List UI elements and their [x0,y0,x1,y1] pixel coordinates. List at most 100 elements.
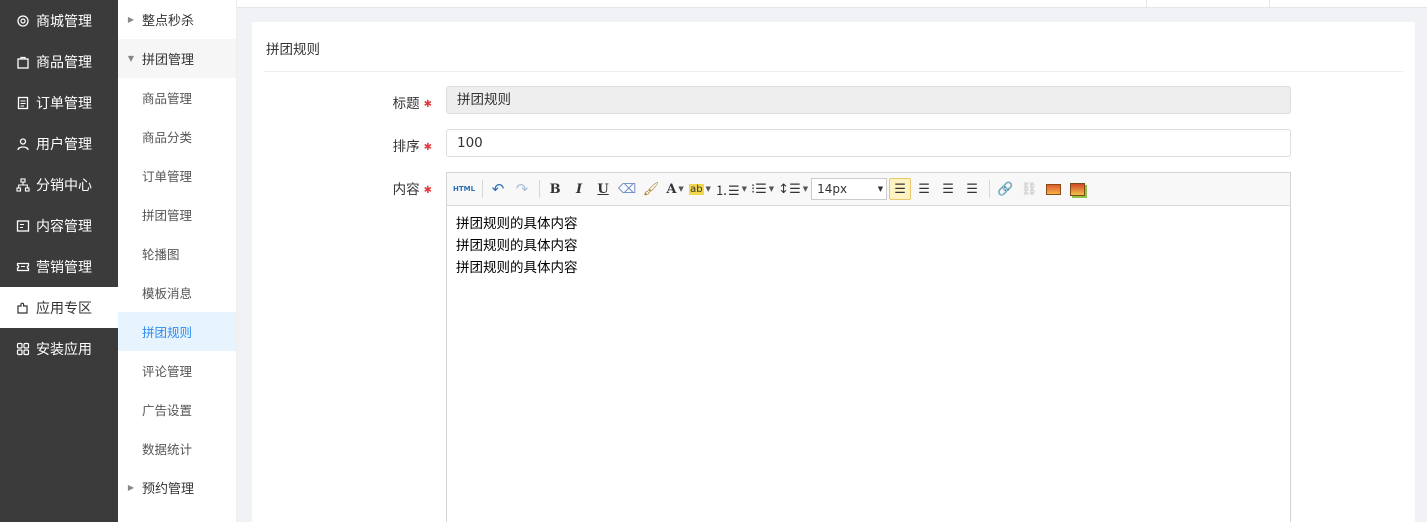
align-right-icon: ☰ [942,181,954,197]
link-icon: 🔗 [997,181,1014,197]
nav-item-marketing[interactable]: 营销管理 [0,246,118,287]
hierarchy-icon [16,177,30,192]
nav2-item-products[interactable]: 商品管理 [118,78,236,117]
content-line: 拼团规则的具体内容 [456,260,578,276]
underline-button[interactable]: U [592,178,614,200]
nav-item-distribution[interactable]: 分销中心 [0,164,118,205]
redo-icon: ↷ [515,180,529,198]
secondary-sidebar: ▶ 整点秒杀 ▼ 拼团管理 商品管理 商品分类 订单管理 拼团管理 轮播图 模板… [118,0,237,522]
nav-item-apps[interactable]: 应用专区 [0,287,118,328]
html-label: HTML [453,185,476,193]
divider [989,180,991,198]
nav2-item-ads[interactable]: 广告设置 [118,390,236,429]
grid-icon [16,342,30,356]
caret-down-icon: ▼ [127,54,135,63]
user-icon [16,137,30,151]
primary-sidebar: 商城管理 商品管理 订单管理 用户管理 分销中心 内容管理 营销管理 应用专区 … [0,0,118,522]
format-painter-button[interactable]: 🖌 [640,178,662,200]
divider [264,71,1403,72]
html-source-button[interactable]: HTML [452,178,476,200]
undo-button[interactable]: ↶ [487,178,509,200]
nav-item-content[interactable]: 内容管理 [0,205,118,246]
font-color-button[interactable]: A ▼ [664,178,686,200]
font-size-value: 14px [817,182,848,196]
undo-icon: ↶ [491,180,505,198]
sort-label-text: 排序 [392,139,420,155]
nav-item-products[interactable]: 商品管理 [0,41,118,82]
align-justify-icon: ☰ [966,181,978,197]
document-icon [16,96,30,110]
eraser-icon: ⌫ [617,181,637,197]
content-line: 拼团规则的具体内容 [456,238,578,254]
required-asterisk-icon: ✱ [423,184,432,196]
align-left-button[interactable]: ☰ [889,178,912,200]
dropdown-arrow-icon: ▼ [705,185,711,193]
nav2-item-template-messages[interactable]: 模板消息 [118,273,236,312]
nav2-item-categories[interactable]: 商品分类 [118,117,236,156]
highlight-button[interactable]: ab ▼ [688,178,712,200]
caret-right-icon: ▶ [127,15,135,24]
required-asterisk-icon: ✱ [423,141,432,153]
image-button[interactable] [1042,178,1064,200]
nav-item-orders[interactable]: 订单管理 [0,82,118,123]
link-button[interactable]: 🔗 [994,178,1016,200]
align-center-icon: ☰ [918,181,930,197]
nav-item-label: 营销管理 [36,259,92,276]
nav2-item-comments[interactable]: 评论管理 [118,351,236,390]
content-label-text: 内容 [392,182,420,198]
font-size-select[interactable]: 14px ▼ [811,178,888,200]
align-right-button[interactable]: ☰ [937,178,959,200]
nav2-item-group-rules[interactable]: 拼团规则 [118,312,236,351]
panel-title: 拼团规则 [266,42,320,58]
insert-image-icon [1069,182,1085,196]
nav2-group-label: 拼团管理 [142,53,195,68]
font-color-icon: A [666,181,677,197]
nav-item-label: 安装应用 [36,341,92,358]
gear-icon [16,14,30,28]
dropdown-arrow-icon: ▼ [802,185,809,193]
nav-item-label: 应用专区 [36,300,92,317]
rich-text-editor: HTML ↶ ↷ B I U ⌫ 🖌 A ▼ ab ▼ ⒈☰ ▼ ⁝☰ ▼ ↕☰ ▼ 14… [446,172,1291,522]
nav2-item-orders[interactable]: 订单管理 [118,156,236,195]
italic-button[interactable]: I [568,178,590,200]
nav-item-install[interactable]: 安装应用 [0,328,118,369]
nav2-item-carousel[interactable]: 轮播图 [118,234,236,273]
nav2-group-label: 整点秒杀 [142,14,195,29]
content-label: 内容 ✱ [362,178,432,198]
unordered-list-button[interactable]: ⁝☰ ▼ [750,178,775,200]
unlink-button[interactable]: ⛓ [1018,178,1040,200]
divider [1146,0,1147,8]
puzzle-icon [16,301,30,315]
brush-icon: 🖌 [642,181,660,197]
highlight-icon: ab [689,183,704,195]
ordered-list-button[interactable]: ⒈☰ ▼ [714,178,748,200]
redo-button[interactable]: ↷ [511,178,533,200]
bag-icon [16,55,30,69]
nav2-group-flash-sale[interactable]: ▶ 整点秒杀 [118,0,236,39]
nav-item-mall[interactable]: 商城管理 [0,0,118,41]
eraser-button[interactable]: ⌫ [616,178,638,200]
nav-item-label: 商城管理 [36,13,92,30]
dropdown-arrow-icon: ▼ [877,185,884,193]
nav-item-label: 内容管理 [36,218,92,235]
nav-item-label: 订单管理 [36,95,92,112]
underline-icon: U [597,181,609,197]
align-center-button[interactable]: ☰ [913,178,935,200]
title-input[interactable]: 拼团规则 [446,86,1291,114]
bold-button[interactable]: B [544,178,566,200]
insert-image-button[interactable] [1066,178,1088,200]
nav2-group-group-buy[interactable]: ▼ 拼团管理 [118,39,236,78]
nav2-group-booking[interactable]: ▶ 预约管理 [118,468,236,507]
divider [539,180,541,198]
nav-item-label: 用户管理 [36,136,92,153]
nav2-item-groups[interactable]: 拼团管理 [118,195,236,234]
required-asterisk-icon: ✱ [423,98,432,110]
align-justify-button[interactable]: ☰ [961,178,983,200]
bold-icon: B [549,181,561,197]
editor-content-area[interactable]: 拼团规则的具体内容 拼团规则的具体内容 拼团规则的具体内容 [447,206,1290,286]
nav-item-users[interactable]: 用户管理 [0,123,118,164]
sort-input[interactable]: 100 [446,129,1291,157]
article-icon [16,219,30,233]
line-height-button[interactable]: ↕☰ ▼ [777,178,809,200]
nav2-item-statistics[interactable]: 数据统计 [118,429,236,468]
